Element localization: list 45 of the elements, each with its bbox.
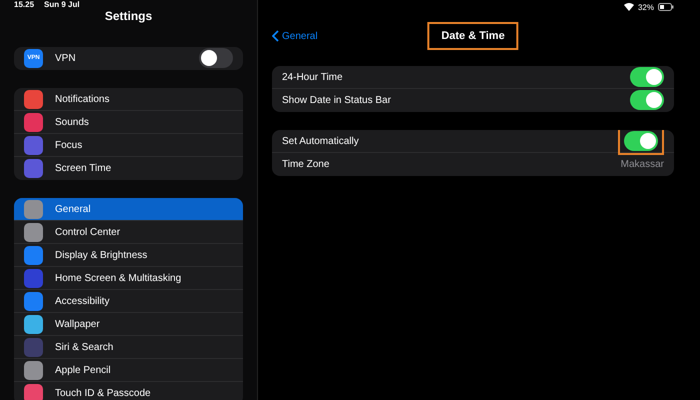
sidebar-item[interactable]: Wallpaper (14, 313, 243, 336)
item-label: Sounds (55, 116, 90, 128)
sidebar-item[interactable]: General (14, 198, 243, 221)
chevron-left-icon (272, 30, 279, 42)
item-label: Wallpaper (55, 318, 101, 330)
sidebar-item[interactable]: Sounds (14, 111, 243, 134)
back-button[interactable]: General (272, 30, 318, 42)
item-label: VPN (55, 52, 77, 64)
sidebar-item[interactable]: Focus (14, 134, 243, 157)
row-value: Makassar (620, 158, 664, 170)
row-label: Time Zone (282, 158, 330, 170)
item-label: Focus (55, 140, 84, 150)
item-label: Display & Brightness (55, 250, 148, 260)
sidebar-item[interactable]: Siri & Search (14, 336, 243, 359)
toggle-switch[interactable] (624, 131, 658, 151)
wifi-icon (624, 3, 634, 11)
sidebar-item[interactable]: Notifications (14, 88, 243, 111)
sidebar-item[interactable]: Display & Brightness (14, 244, 243, 267)
item-label: Control Center (55, 226, 122, 238)
battery-icon (658, 3, 674, 11)
battery-percent: 32% (638, 2, 654, 12)
sidebar-item[interactable]: Screen Time (14, 157, 243, 180)
item-label: Screen Time (55, 162, 112, 174)
item-label: Apple Pencil (55, 364, 112, 376)
item-label: General (55, 204, 92, 214)
row-label: Show Date in Status Bar (282, 94, 392, 106)
item-label: Notifications (55, 94, 110, 104)
item-label: Accessibility (55, 296, 110, 306)
item-label: Siri & Search (55, 342, 114, 352)
sidebar-title: Settings (104, 9, 152, 23)
item-label: Home Screen & Multitasking (55, 272, 182, 284)
sidebar-item[interactable]: Home Screen & Multitasking (14, 267, 243, 290)
row-label: Set Automatically (282, 136, 360, 146)
toggle-switch[interactable] (630, 67, 664, 87)
row-label: 24-Hour Time (282, 72, 344, 82)
sidebar-item[interactable]: Control Center (14, 221, 243, 244)
toggle-switch[interactable] (199, 48, 233, 68)
status-date: Sun 9 Jul (44, 0, 80, 9)
sidebar-item[interactable]: Touch ID & Passcode (14, 382, 243, 400)
status-time: 15.25 (14, 0, 34, 9)
item-label: Touch ID & Passcode (55, 388, 152, 398)
page-title: Date & Time (427, 22, 519, 50)
toggle-switch[interactable] (630, 90, 664, 110)
sidebar-item[interactable]: Accessibility (14, 290, 243, 313)
sidebar-item[interactable]: Apple Pencil (14, 359, 243, 382)
